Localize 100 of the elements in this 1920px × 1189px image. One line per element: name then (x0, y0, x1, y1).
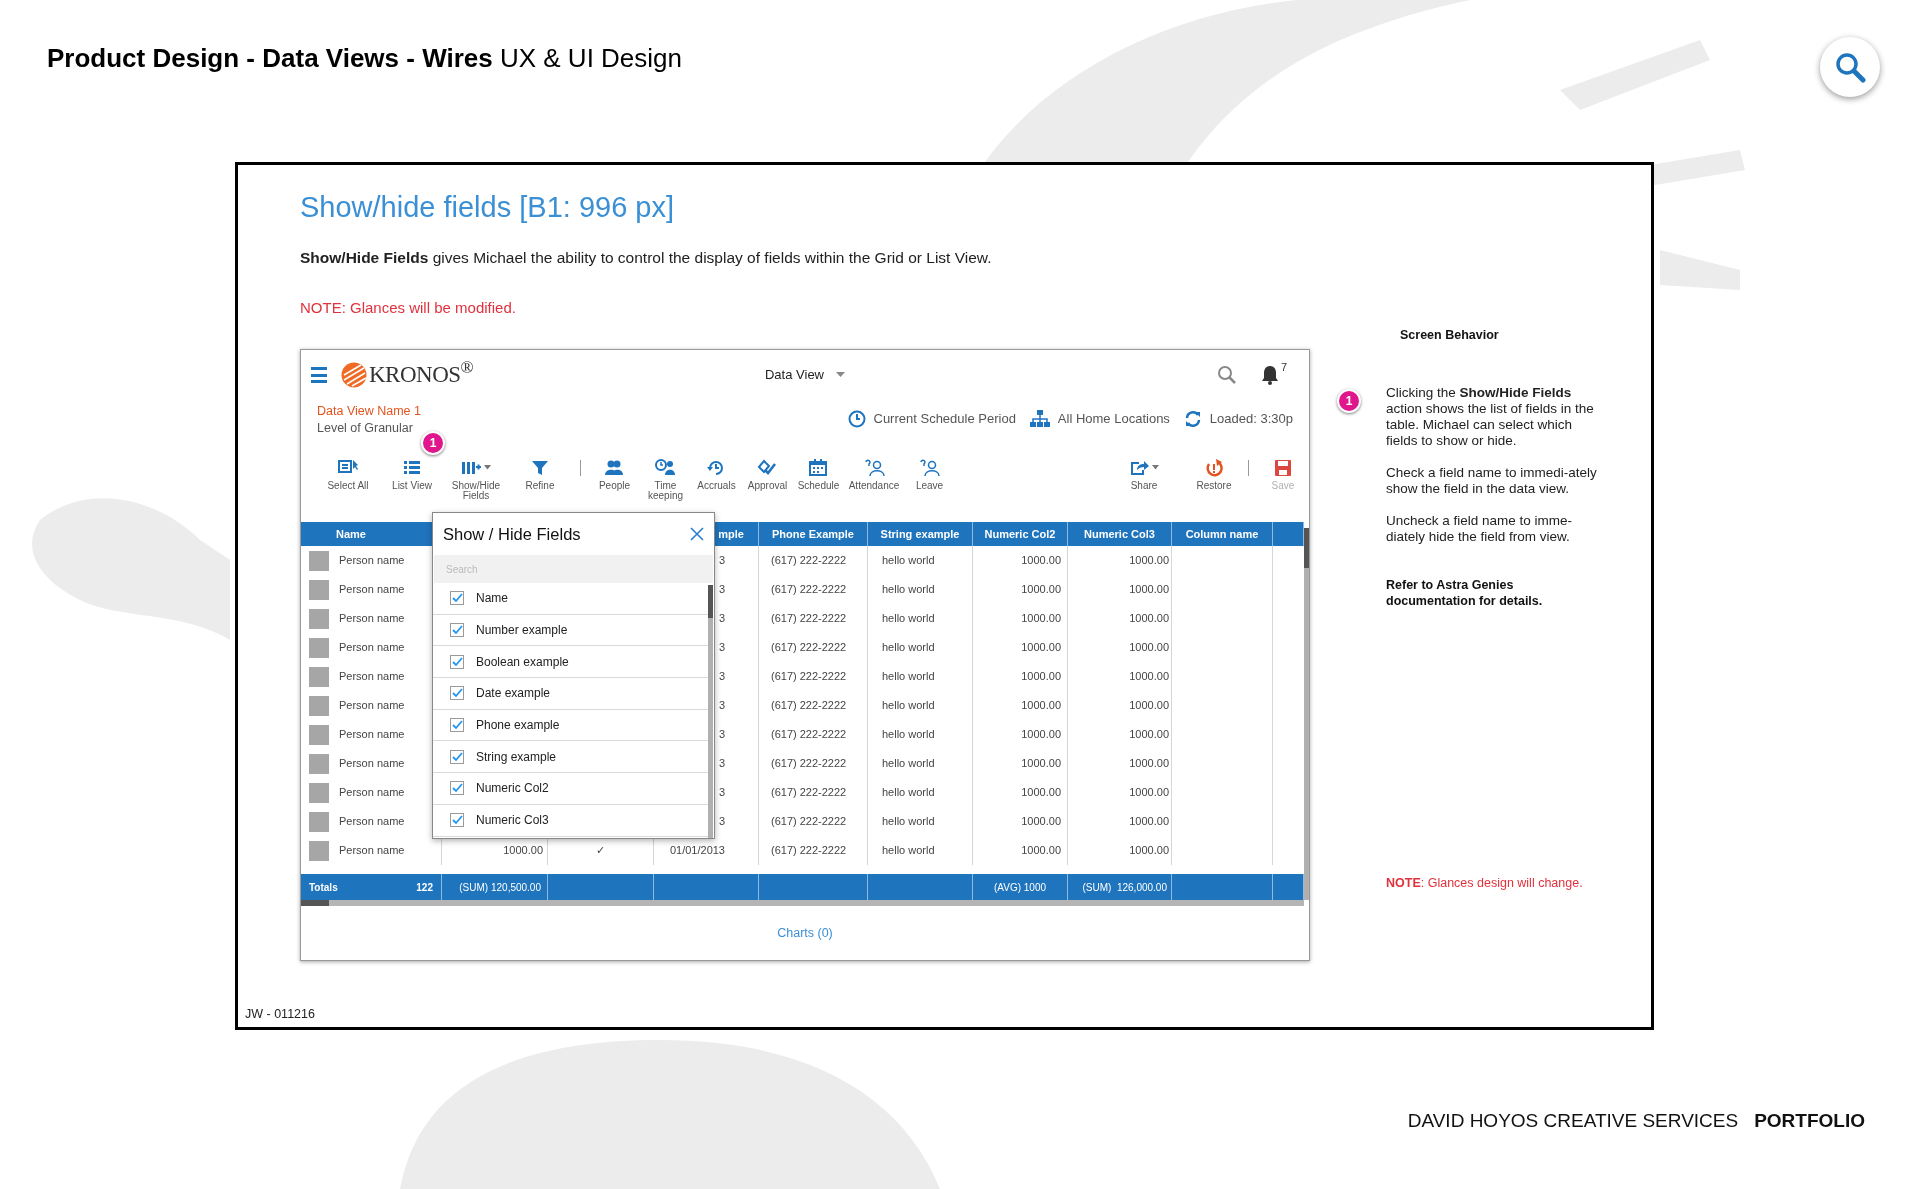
toolbar-button[interactable]: Time keeping (640, 452, 691, 510)
toolbar-button[interactable]: Select All (316, 452, 380, 510)
toolbar-icon (757, 458, 778, 477)
toolbar-button[interactable]: Accruals (691, 452, 742, 510)
slide-note: NOTE: Glances will be modified. (300, 298, 517, 318)
avatar-placeholder (309, 782, 329, 803)
table-cell-text: 1000.00 (1021, 669, 1061, 685)
column-header[interactable]: Phone Example (772, 525, 854, 543)
toolbar-icon (529, 458, 551, 477)
table-cell-text: 1000.00 (1129, 727, 1169, 743)
behavior-title: Screen Behavior (1400, 327, 1500, 344)
field-label: Numeric Col2 (476, 780, 549, 798)
table-cell-text: ✓ (596, 843, 605, 859)
field-label: Name (476, 590, 508, 608)
table-cell-text: (617) 222-2222 (771, 756, 847, 772)
checkbox[interactable] (450, 591, 464, 606)
checkbox[interactable] (450, 686, 464, 701)
behavior-text: Uncheck a field name to imme-diately hide the field from view. (1386, 512, 1574, 545)
filter-label: Current Schedule Period (873, 410, 1016, 429)
table-cell-text: Person name (339, 669, 405, 685)
table-cell-text: (617) 222-2222 (771, 640, 847, 656)
table-cell-text: 1000.00 (1129, 785, 1169, 801)
table-cell-text: 1000.00 (1021, 727, 1061, 743)
table-cell-text: (617) 222-2222 (771, 582, 847, 598)
search-button[interactable] (1820, 37, 1880, 97)
column-header[interactable]: Numeric Col2 (984, 525, 1056, 543)
column-header[interactable]: Numeric Col3 (1084, 525, 1155, 543)
table-cell-text: Person name (339, 727, 405, 743)
column-header[interactable]: mple (718, 525, 744, 543)
slide-description: Show/Hide Fields gives Michael the ability to control the display of fields within the Grid or List View. (300, 248, 993, 268)
toolbar-button[interactable]: Show/Hide Fields (444, 452, 508, 510)
popup-title: Show / Hide Fields (443, 523, 581, 545)
search-icon[interactable] (1216, 365, 1237, 385)
column-header[interactable]: Name (336, 525, 366, 543)
table-cell-text: 3 (718, 582, 725, 598)
table-cell-text: (617) 222-2222 (771, 611, 847, 627)
toolbar-button[interactable]: Share (1118, 452, 1170, 510)
avatar-placeholder (309, 608, 329, 629)
checkbox[interactable] (450, 623, 464, 638)
toolbar-icon (655, 458, 676, 477)
avatar-placeholder (309, 811, 329, 832)
toolbar-button[interactable]: Schedule (793, 452, 844, 510)
menu-icon[interactable] (311, 367, 327, 383)
filter-label: Loaded: 3:30p (1209, 410, 1293, 429)
checkbox[interactable] (450, 781, 464, 796)
avatar-placeholder (309, 637, 329, 658)
toolbar-button[interactable]: List View (380, 452, 444, 510)
toolbar-button[interactable]: People (589, 452, 640, 510)
view-name: Data View Name 1 (317, 403, 421, 420)
table-cell-text: 1000.00 (1129, 582, 1169, 598)
table-cell-text: (617) 222-2222 (771, 669, 847, 685)
avatar-placeholder (309, 753, 329, 774)
table-cell-text: 1000.00 (1021, 582, 1061, 598)
table-cell-text: 1000.00 (1129, 640, 1169, 656)
toolbar-button[interactable]: Approval (742, 452, 793, 510)
horizontal-scrollbar[interactable] (301, 900, 1304, 906)
table-cell-text: 3 (718, 814, 725, 830)
avatar-placeholder (309, 550, 329, 571)
table-cell-text: hello world (882, 814, 935, 830)
toolbar-icon (808, 458, 829, 477)
table-cell-text: 1000.00 (1021, 611, 1061, 627)
table-cell-text: 3 (718, 640, 725, 656)
table-cell-text: 1000.00 (1129, 669, 1169, 685)
checkbox[interactable] (450, 813, 464, 828)
toolbar-button[interactable]: Leave (904, 452, 955, 510)
table-cell-text: 1000.00 (1129, 756, 1169, 772)
avatar-placeholder (309, 840, 329, 861)
toolbar-icon (919, 458, 940, 477)
studio-name: DAVID HOYOS CREATIVE SERVICES (1407, 1109, 1739, 1133)
table-cell-text: 1000.00 (1129, 814, 1169, 830)
table-cell-text: 3 (718, 669, 725, 685)
table-cell-text: 1000.00 (1021, 553, 1061, 569)
table-cell-text: 1000.00 (1129, 553, 1169, 569)
close-icon[interactable] (690, 527, 704, 541)
table-cell-text: 1000.00 (1021, 640, 1061, 656)
table-cell-text: Person name (339, 843, 405, 859)
toolbar-icon (401, 458, 423, 477)
charts-link[interactable]: Charts (0) (777, 923, 833, 943)
column-header[interactable]: String example (880, 525, 960, 543)
filter-label: All Home Locations (1057, 410, 1170, 429)
column-header[interactable]: Column name (1185, 525, 1259, 543)
table-cell-text: Person name (339, 814, 405, 830)
table-cell-text: hello world (882, 727, 935, 743)
table-cell-text: Person name (339, 553, 405, 569)
logo-text: KRONOS$^{®}$ (369, 357, 474, 389)
portfolio-label: PORTFOLIO (1754, 1109, 1865, 1133)
checkbox[interactable] (450, 654, 464, 669)
totals-count: 122 (416, 880, 433, 895)
bell-icon (1260, 365, 1279, 385)
vertical-scrollbar[interactable] (1304, 528, 1309, 900)
toolbar-button[interactable]: Restore (1188, 452, 1240, 510)
popup-scrollbar[interactable] (708, 585, 713, 838)
view-dropdown[interactable]: Data View (765, 365, 845, 385)
toolbar-button[interactable]: Refine (508, 452, 572, 510)
toolbar-icon (604, 458, 625, 477)
checkbox[interactable] (450, 718, 464, 733)
table-cell-text: 3 (718, 727, 725, 743)
toolbar-button[interactable]: Attendance (844, 452, 904, 510)
checkbox[interactable] (450, 749, 464, 764)
table-cell-text: Person name (339, 698, 405, 714)
